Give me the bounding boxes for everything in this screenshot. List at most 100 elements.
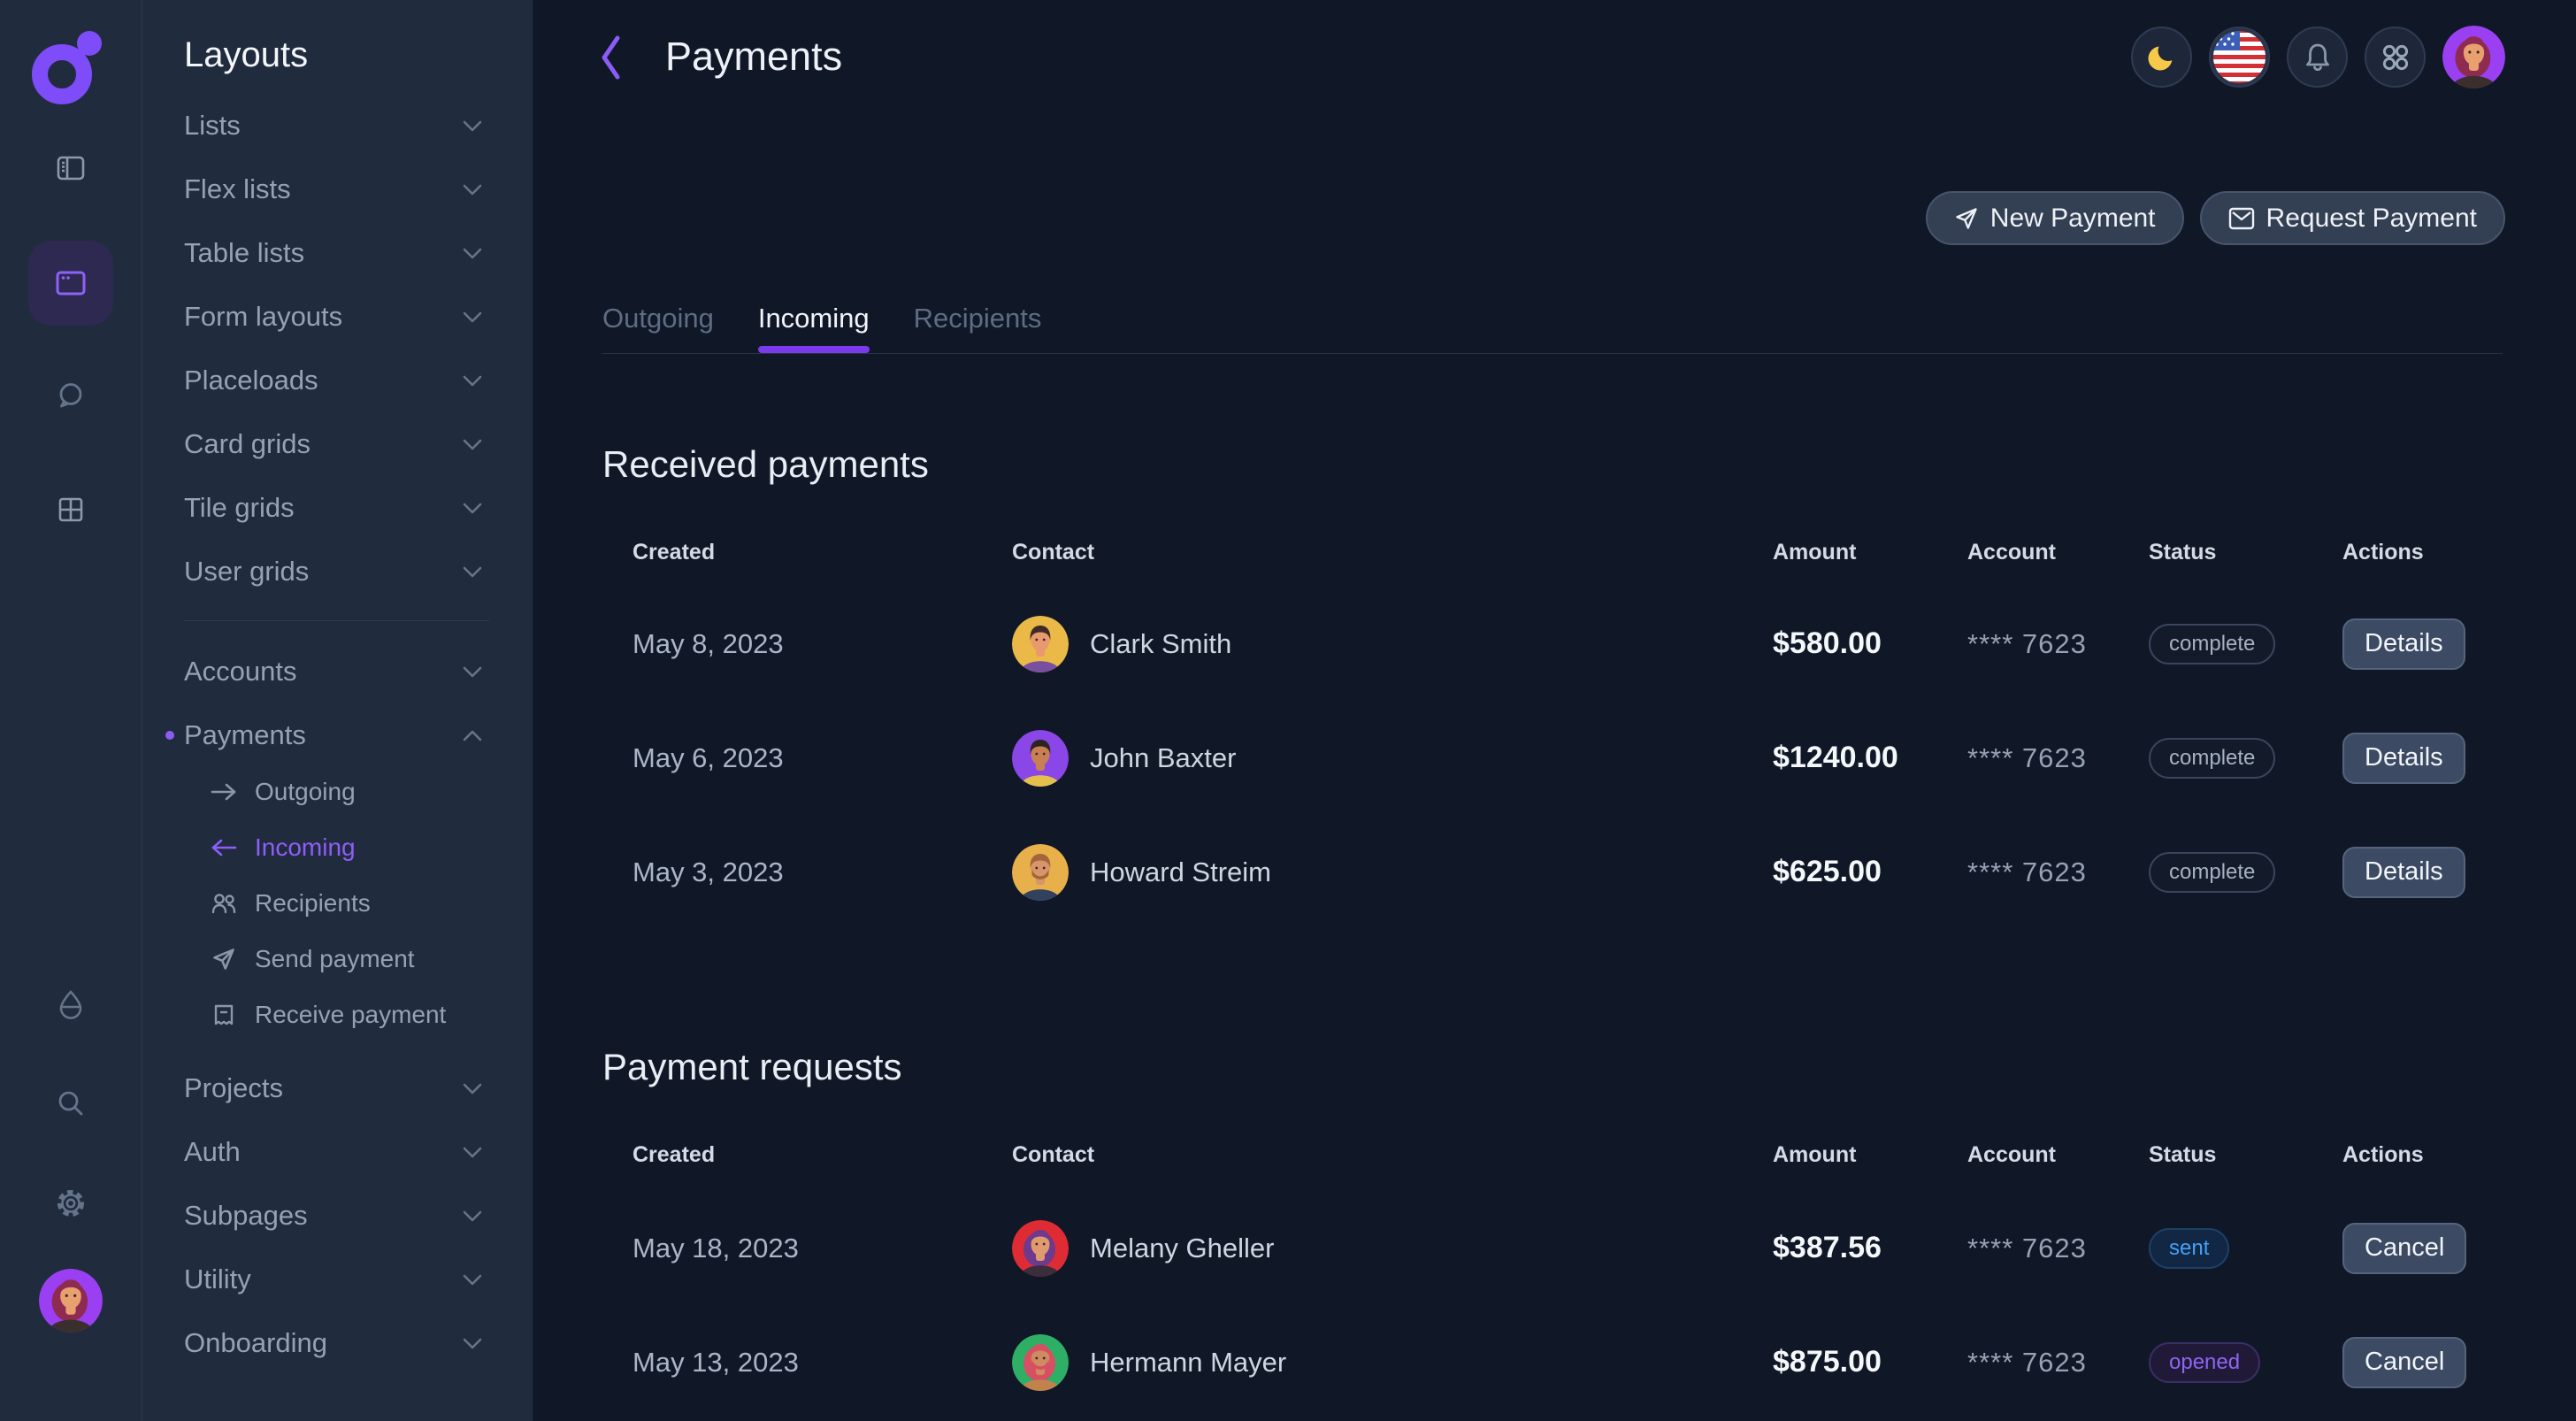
- layouts-sidebar: Layouts Lists Flex lists Table lists For…: [142, 0, 533, 1421]
- contact-name: Clark Smith: [1090, 628, 1231, 660]
- sidebar-item-card-grids[interactable]: Card grids: [142, 412, 532, 476]
- gear-icon[interactable]: [0, 1187, 142, 1219]
- chevron-down-icon: [463, 1210, 482, 1222]
- amount-cell: $625.00: [1773, 855, 1967, 889]
- sidebar-item-table-lists[interactable]: Table lists: [142, 221, 532, 285]
- contact-cell: Hermann Mayer: [1012, 1334, 1773, 1391]
- sidebar-item-user-grids[interactable]: User grids: [142, 540, 532, 603]
- sidebar-title: Layouts: [184, 35, 532, 74]
- orbit-logo-icon: [25, 28, 106, 110]
- app-logo[interactable]: [25, 28, 106, 110]
- sidebar-item-label: Subpages: [184, 1200, 308, 1232]
- sidebar-subitem-label: Outgoing: [255, 778, 356, 806]
- chevron-down-icon: [463, 184, 482, 196]
- sidebar-subitem-incoming[interactable]: Incoming: [142, 819, 532, 875]
- sidebar-item-placeloads[interactable]: Placeloads: [142, 349, 532, 412]
- request-payment-button[interactable]: Request Payment: [2200, 191, 2505, 245]
- sidebar-item-onboarding[interactable]: Onboarding: [142, 1311, 532, 1375]
- sidebar-item-lists[interactable]: Lists: [142, 94, 532, 157]
- sidebar-item-auth[interactable]: Auth: [142, 1120, 532, 1184]
- grid-icon[interactable]: [0, 495, 142, 524]
- back-button[interactable]: [598, 34, 625, 81]
- sidebar-subitem-recipients[interactable]: Recipients: [142, 875, 532, 931]
- cancel-button[interactable]: Cancel: [2342, 1337, 2466, 1388]
- account-cell: **** 7623: [1967, 628, 2149, 660]
- status-badge: complete: [2149, 624, 2275, 664]
- contact-cell: Melany Gheller: [1012, 1220, 1773, 1277]
- details-button[interactable]: Details: [2342, 618, 2465, 670]
- sidebar-item-label: Onboarding: [184, 1327, 327, 1359]
- contact-avatar: [1012, 844, 1069, 901]
- send-icon: [1954, 206, 1979, 231]
- new-payment-button[interactable]: New Payment: [1926, 191, 2184, 245]
- details-button[interactable]: Details: [2342, 847, 2465, 898]
- contact-cell: Howard Streim: [1012, 844, 1773, 901]
- search-icon[interactable]: [0, 1088, 142, 1118]
- chevron-down-icon: [463, 1147, 482, 1158]
- avatar-illustration: [1012, 1220, 1069, 1277]
- send-icon: [209, 947, 239, 972]
- sidebar-item-accounts[interactable]: Accounts: [142, 640, 532, 703]
- cancel-button[interactable]: Cancel: [2342, 1223, 2466, 1274]
- sidebar-item-projects[interactable]: Projects: [142, 1056, 532, 1120]
- account-cell: **** 7623: [1967, 1233, 2149, 1264]
- arrow-right-icon: [209, 782, 239, 802]
- sidebar-item-label: Table lists: [184, 237, 304, 269]
- sidebar-toggle-icon[interactable]: [0, 154, 142, 182]
- apps-button[interactable]: [2365, 27, 2426, 88]
- sidebar-subitem-label: Recipients: [255, 889, 371, 918]
- sidebar-item-form-layouts[interactable]: Form layouts: [142, 285, 532, 349]
- sidebar-item-utility[interactable]: Utility: [142, 1248, 532, 1311]
- chevron-down-icon: [463, 311, 482, 323]
- sidebar-subitem-label: Send payment: [255, 945, 415, 973]
- notifications-button[interactable]: [2287, 27, 2348, 88]
- status-badge: complete: [2149, 852, 2275, 893]
- created-cell: May 3, 2023: [632, 856, 1012, 888]
- sidebar-item-payments[interactable]: Payments: [142, 703, 532, 767]
- requests-table-header: CreatedContactAmountAccountStatusActions: [602, 1133, 2503, 1177]
- column-header-actions: Actions: [2342, 540, 2503, 565]
- tab-recipients[interactable]: Recipients: [914, 297, 1042, 340]
- chat-icon[interactable]: [0, 380, 142, 411]
- droplet-icon[interactable]: [0, 989, 142, 1021]
- contact-cell: Clark Smith: [1012, 616, 1773, 672]
- moon-icon: [2145, 41, 2179, 74]
- chevron-down-icon: [463, 1083, 482, 1095]
- actions-cell: Details: [2342, 847, 2503, 898]
- actions-cell: Details: [2342, 733, 2503, 784]
- account-cell: **** 7623: [1967, 1347, 2149, 1379]
- new-payment-label: New Payment: [1990, 204, 2156, 234]
- chevron-down-icon: [463, 666, 482, 678]
- avatar-illustration: [1012, 616, 1069, 672]
- profile-avatar[interactable]: [39, 1269, 103, 1333]
- payment-requests-heading: Payment requests: [602, 1042, 902, 1092]
- sidebar-item-label: Lists: [184, 110, 241, 142]
- column-header-status: Status: [2149, 1142, 2342, 1168]
- sidebar-item-flex-lists[interactable]: Flex lists: [142, 157, 532, 221]
- status-cell: complete: [2149, 852, 2342, 893]
- theme-toggle-button[interactable]: [2131, 27, 2192, 88]
- actions-cell: Details: [2342, 618, 2503, 670]
- sidebar-subitem-send-payment[interactable]: Send payment: [142, 931, 532, 987]
- details-button[interactable]: Details: [2342, 733, 2465, 784]
- amount-cell: $1240.00: [1773, 741, 1967, 775]
- column-header-account: Account: [1967, 1142, 2149, 1168]
- tab-incoming[interactable]: Incoming: [758, 297, 870, 340]
- sidebar-subitem-outgoing[interactable]: Outgoing: [142, 764, 532, 819]
- contact-name: Hermann Mayer: [1090, 1347, 1286, 1379]
- sidebar-item-tile-grids[interactable]: Tile grids: [142, 476, 532, 540]
- chevron-down-icon: [463, 503, 482, 514]
- profile-avatar[interactable]: [2442, 26, 2505, 88]
- sidebar-item-label: Placeloads: [184, 365, 318, 396]
- contact-avatar: [1012, 730, 1069, 787]
- page-title: Payments: [665, 34, 842, 80]
- language-button[interactable]: [2209, 27, 2270, 88]
- actions-cell: Cancel: [2342, 1223, 2503, 1274]
- chevron-down-icon: [463, 120, 482, 132]
- sidebar-item-subpages[interactable]: Subpages: [142, 1184, 532, 1248]
- chevron-down-icon: [463, 1274, 482, 1286]
- rail-item-layouts-active[interactable]: [28, 241, 113, 326]
- sidebar-subitem-receive-payment[interactable]: Receive payment: [142, 987, 532, 1042]
- table-row: May 6, 2023 John Baxter $1240.00 **** 76…: [602, 701, 2503, 815]
- tab-outgoing[interactable]: Outgoing: [602, 297, 714, 340]
